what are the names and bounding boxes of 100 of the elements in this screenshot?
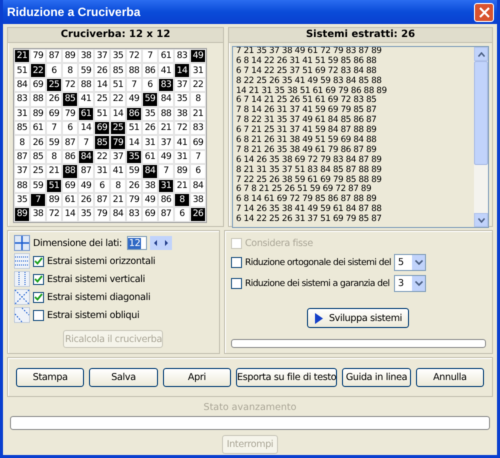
grid-cell[interactable]: 51 [14,63,30,78]
grid-cell[interactable]: 35 [142,106,158,121]
grid-cell[interactable]: 26 [94,63,110,78]
grid-cell[interactable]: 14 [174,63,190,78]
grid-cell[interactable]: 49 [190,49,206,64]
grid-cell[interactable]: 21 [110,192,126,208]
grid-cell[interactable]: 8 [190,92,206,107]
list-item[interactable]: 14 21 31 35 38 51 61 69 79 86 88 89 [236,86,471,96]
grid-cell[interactable]: 85 [110,63,126,78]
grid-cell[interactable]: 37 [110,150,126,164]
grid-cell[interactable]: 7 [30,192,46,208]
grid-cell[interactable]: 83 [190,120,206,136]
grid-cell[interactable]: 31 [14,106,30,121]
grid-cell[interactable]: 87 [78,164,94,179]
list-item[interactable]: 6 14 26 35 38 69 72 79 83 84 87 89 [236,156,471,166]
grid-cell[interactable]: 35 [126,150,142,164]
grid-cell[interactable]: 25 [30,164,46,179]
grid-cell[interactable]: 35 [174,92,190,107]
grid-cell[interactable]: 49 [78,178,94,193]
size-field[interactable]: 12 [126,236,147,250]
grid-cell[interactable]: 59 [126,164,142,179]
list-item[interactable]: 6 8 21 26 31 38 49 51 59 69 84 88 [236,136,471,146]
grid-cell[interactable]: 41 [158,63,174,78]
grid-cell[interactable]: 7 [126,78,142,92]
grid-cell[interactable]: 69 [62,178,78,193]
list-item[interactable]: 6 7 14 22 25 37 51 69 72 83 84 88 [236,66,471,77]
grid-cell[interactable]: 84 [110,207,126,222]
grid-cell[interactable]: 83 [174,49,190,64]
grid-cell[interactable]: 7 [190,150,206,164]
grid-cell[interactable]: 37 [174,78,190,92]
action-button[interactable]: Esporta su file di testo [236,368,338,386]
grid-cell[interactable]: 26 [142,120,158,136]
grid-cell[interactable]: 37 [14,164,30,179]
list-item[interactable]: 6 8 14 22 26 31 41 51 59 85 86 88 [236,56,471,67]
grid-cell[interactable]: 88 [158,106,174,121]
grid-cell[interactable]: 87 [62,135,78,150]
grid-cell[interactable]: 59 [30,178,46,193]
grid-cell[interactable]: 37 [158,135,174,150]
grid-cell[interactable]: 35 [78,207,94,222]
grid-cell[interactable]: 51 [110,78,126,92]
grid-cell[interactable]: 86 [126,106,142,121]
grid-cell[interactable]: 35 [110,49,126,64]
grid-cell[interactable]: 61 [158,49,174,64]
grid-cell[interactable]: 25 [94,92,110,107]
grid-cell[interactable]: 89 [14,207,30,222]
grid-cell[interactable]: 72 [174,120,190,136]
grid-cell[interactable]: 59 [78,63,94,78]
grid-cell[interactable]: 89 [62,49,78,64]
grid-cell[interactable]: 26 [30,135,46,150]
develop-button[interactable]: Sviluppa sistemi [307,308,410,328]
grid-cell[interactable]: 31 [142,135,158,150]
grid-cell[interactable]: 84 [190,178,206,193]
grid-cell[interactable]: 59 [142,92,158,107]
grid-cell[interactable]: 79 [30,49,46,64]
grid-cell[interactable]: 22 [190,78,206,92]
grid-cell[interactable]: 6 [94,178,110,193]
grid-cell[interactable]: 22 [94,150,110,164]
list-item[interactable]: 7 14 26 35 38 41 49 59 61 84 87 88 [236,205,471,216]
action-button[interactable]: Apri [162,368,232,386]
grid-cell[interactable]: 84 [158,92,174,107]
dropdown[interactable]: 5 [394,254,426,271]
dropdown[interactable]: 3 [394,275,426,292]
close-button[interactable] [474,2,494,22]
grid-cell[interactable]: 14 [62,207,78,222]
grid-cell[interactable]: 72 [126,49,142,64]
checkbox[interactable] [230,278,242,289]
grid-cell[interactable]: 85 [30,150,46,164]
grid-cell[interactable]: 26 [190,207,206,222]
grid-cell[interactable]: 86 [142,63,158,78]
grid-cell[interactable]: 7 [78,135,94,150]
grid-cell[interactable]: 49 [142,192,158,208]
grid-cell[interactable]: 49 [158,150,174,164]
grid-cell[interactable]: 14 [126,135,142,150]
grid-cell[interactable]: 38 [174,106,190,121]
grid-cell[interactable]: 69 [190,135,206,150]
grid-cell[interactable]: 86 [158,192,174,208]
grid-cell[interactable]: 61 [142,150,158,164]
grid-cell[interactable]: 26 [46,92,62,107]
list-item[interactable]: 6 14 22 25 26 31 37 51 69 79 85 87 [236,215,471,226]
grid-cell[interactable]: 69 [142,207,158,222]
grid-cell[interactable]: 69 [94,120,110,136]
grid-cell[interactable]: 84 [142,164,158,179]
grid-cell[interactable]: 61 [30,120,46,136]
grid-cell[interactable]: 22 [110,92,126,107]
grid-cell[interactable]: 6 [142,78,158,92]
list-item[interactable]: 6 7 14 21 25 26 51 61 69 72 83 85 [236,96,471,106]
list-item[interactable]: 6 8 14 61 69 72 79 85 86 87 88 89 [236,195,471,206]
action-button[interactable]: Guida in linea [342,368,411,386]
grid-cell[interactable]: 41 [110,164,126,179]
grid-cell[interactable]: 79 [62,106,78,121]
grid-cell[interactable]: 51 [94,106,110,121]
grid-cell[interactable]: 8 [110,178,126,193]
grid-cell[interactable]: 85 [14,120,30,136]
checkbox[interactable] [33,292,44,302]
grid-cell[interactable]: 89 [46,192,62,208]
grid-cell[interactable]: 21 [14,49,30,64]
grid-cell[interactable]: 38 [142,178,158,193]
grid-cell[interactable]: 69 [46,106,62,121]
checkbox[interactable] [33,256,44,266]
grid-cell[interactable]: 84 [14,78,30,92]
